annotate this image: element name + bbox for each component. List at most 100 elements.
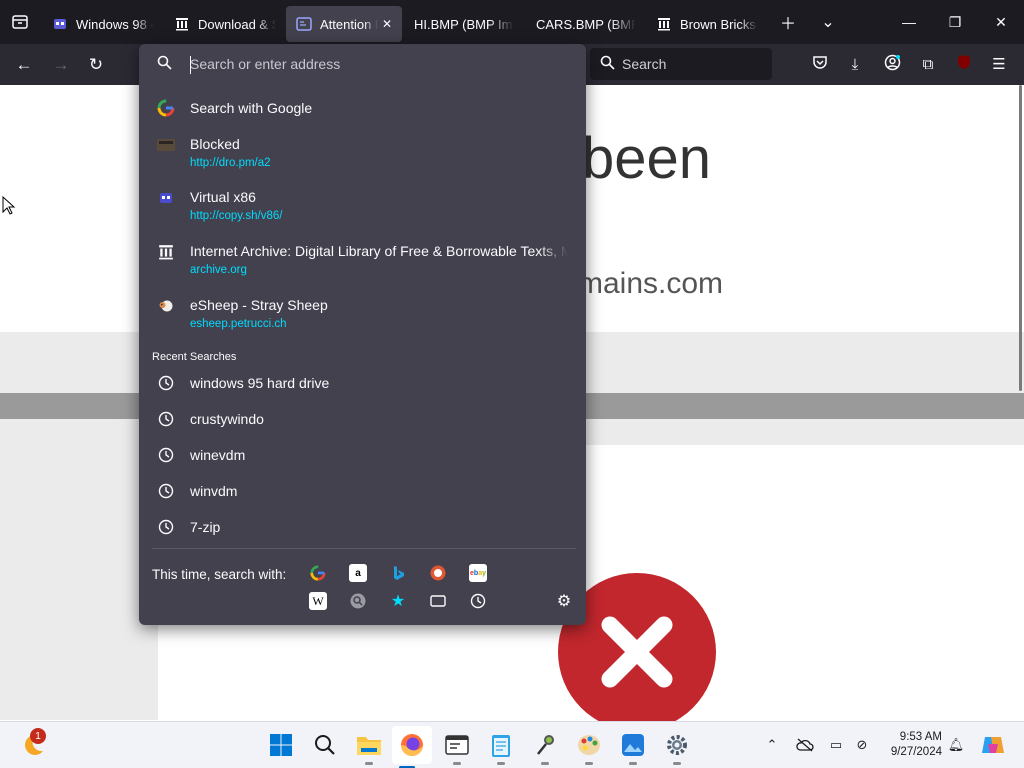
firefox-icon xyxy=(401,734,423,756)
result-virtual-x86[interactable]: Virtual x86 http://copy.sh/v86/ xyxy=(139,189,586,229)
onedrive-button[interactable] xyxy=(795,735,815,755)
history-icon[interactable] xyxy=(469,592,487,610)
search-engine-icon[interactable] xyxy=(349,592,367,610)
show-hidden-icons-button[interactable]: ⌃ xyxy=(762,735,782,755)
tab-attention-required[interactable]: Attention Re ✕ xyxy=(286,6,402,42)
menu-button[interactable]: ☰ xyxy=(985,50,1013,78)
duckduckgo-icon[interactable] xyxy=(429,564,447,582)
history-clock-icon xyxy=(157,410,175,428)
recent-search-text: crustywindo xyxy=(190,411,264,427)
notifications-button[interactable]: 🔔︎ xyxy=(946,735,966,755)
search-bar[interactable]: Search xyxy=(590,48,772,80)
list-all-tabs-button[interactable]: ⌄ xyxy=(808,0,848,44)
taskbar-search-button[interactable] xyxy=(310,730,340,760)
paint-app[interactable] xyxy=(574,730,604,765)
result-title: Virtual x86 xyxy=(190,189,256,205)
tab-windows-98[interactable]: Windows 98 - xyxy=(42,6,164,42)
recent-search-text: winevdm xyxy=(190,447,246,463)
forward-button[interactable]: → xyxy=(46,50,76,80)
tab-title: Windows 98 - xyxy=(76,16,154,32)
cloud-offline-icon xyxy=(796,738,814,752)
photos-app[interactable] xyxy=(618,730,648,765)
archive-building-icon xyxy=(174,16,190,32)
amazon-icon[interactable]: a xyxy=(349,564,367,582)
pocket-button[interactable] xyxy=(806,50,834,78)
tab-hi-bmp[interactable]: HI.BMP (BMP Imag xyxy=(402,6,524,42)
search-settings-button[interactable]: ⚙ xyxy=(554,591,574,611)
result-title: Blocked xyxy=(190,136,240,152)
tab-title: Attention Re xyxy=(320,16,378,32)
account-button[interactable] xyxy=(878,50,906,78)
running-indicator xyxy=(541,762,549,765)
close-tab-icon[interactable]: ✕ xyxy=(382,17,392,31)
tab-title: HI.BMP (BMP Imag xyxy=(414,16,514,32)
restore-icon: ❐ xyxy=(948,13,962,30)
clock[interactable]: 9:53 AM 9/27/2024 xyxy=(880,730,942,760)
google-icon[interactable] xyxy=(309,564,327,582)
terminal-app[interactable] xyxy=(442,730,472,765)
result-url: archive.org xyxy=(190,264,247,276)
page-scrollbar[interactable] xyxy=(1019,85,1022,391)
mouse-pointer-icon xyxy=(2,196,16,215)
start-button[interactable] xyxy=(266,730,296,760)
new-tab-button[interactable]: ＋ xyxy=(768,0,808,44)
network-icon: ⊘ xyxy=(856,737,868,752)
ebay-icon[interactable]: ebay xyxy=(469,564,487,582)
result-internet-archive[interactable]: Internet Archive: Digital Library of Fre… xyxy=(139,243,586,283)
firefox-app[interactable] xyxy=(392,726,432,768)
result-search-google[interactable]: Search with Google xyxy=(139,99,586,125)
ublock-button[interactable] xyxy=(950,50,978,78)
clock-date: 9/27/2024 xyxy=(890,746,942,758)
recent-search-item[interactable]: 7-zip xyxy=(139,518,586,538)
copilot-button[interactable] xyxy=(980,735,1006,755)
result-blocked[interactable]: Blocked http://dro.pm/a2 xyxy=(139,136,586,176)
text-caret xyxy=(190,56,191,74)
sound-recorder-app[interactable] xyxy=(530,730,560,765)
palette-icon xyxy=(578,735,600,755)
recent-search-item[interactable]: crustywindo xyxy=(139,410,586,430)
terminal-icon xyxy=(445,735,469,755)
search-bar-placeholder: Search xyxy=(622,56,667,72)
network-button[interactable]: ⊘ xyxy=(852,735,872,755)
result-esheep[interactable]: eSheep - Stray Sheep esheep.petrucci.ch xyxy=(139,297,586,337)
bookmarks-icon[interactable]: ★ xyxy=(389,592,407,610)
address-input[interactable] xyxy=(190,56,570,72)
tabs-icon[interactable] xyxy=(429,592,447,610)
archive-building-icon xyxy=(656,16,672,32)
extensions-button[interactable]: ⧉ xyxy=(914,50,942,78)
pocket-icon xyxy=(812,54,828,74)
running-indicator xyxy=(365,762,373,765)
tab-brown-bricks[interactable]: Brown Bricks : xyxy=(646,6,768,42)
minimize-icon: — xyxy=(902,14,916,30)
display-button[interactable]: ▭ xyxy=(826,735,846,755)
tab-download[interactable]: Download & S xyxy=(164,6,286,42)
close-icon: ✕ xyxy=(995,13,1007,30)
blocked-site-icon xyxy=(157,136,175,154)
tab-cars-bmp[interactable]: CARS.BMP (BMP Ima xyxy=(524,6,646,42)
archive-building-icon xyxy=(157,243,175,261)
chevron-up-icon: ⌃ xyxy=(766,737,778,752)
pixel-monster-icon xyxy=(52,16,68,32)
back-button[interactable]: ← xyxy=(9,50,39,80)
reload-button[interactable]: ↻ xyxy=(81,50,111,80)
settings-app[interactable] xyxy=(662,730,692,765)
firefox-view-icon xyxy=(12,15,28,29)
wikipedia-icon[interactable]: W xyxy=(309,592,327,610)
account-icon xyxy=(884,54,901,75)
minimize-button[interactable]: — xyxy=(886,0,932,44)
firefox-view-button[interactable] xyxy=(0,0,40,44)
recent-search-item[interactable]: winvdm xyxy=(139,482,586,502)
close-window-button[interactable]: ✕ xyxy=(978,0,1024,44)
result-url: http://copy.sh/v86/ xyxy=(190,210,283,222)
plus-icon: ＋ xyxy=(779,16,796,33)
recent-search-item[interactable]: windows 95 hard drive xyxy=(139,374,586,394)
notepad-app[interactable] xyxy=(486,730,516,765)
result-title: Internet Archive: Digital Library of Fre… xyxy=(190,243,568,259)
restore-button[interactable]: ❐ xyxy=(932,0,978,44)
bing-icon[interactable] xyxy=(389,564,407,582)
file-explorer-app[interactable] xyxy=(354,730,384,765)
recent-search-item[interactable]: winevdm xyxy=(139,446,586,466)
downloads-button[interactable]: ⤓ xyxy=(841,50,869,78)
pixel-monster-icon xyxy=(157,189,175,207)
history-clock-icon xyxy=(157,518,175,536)
